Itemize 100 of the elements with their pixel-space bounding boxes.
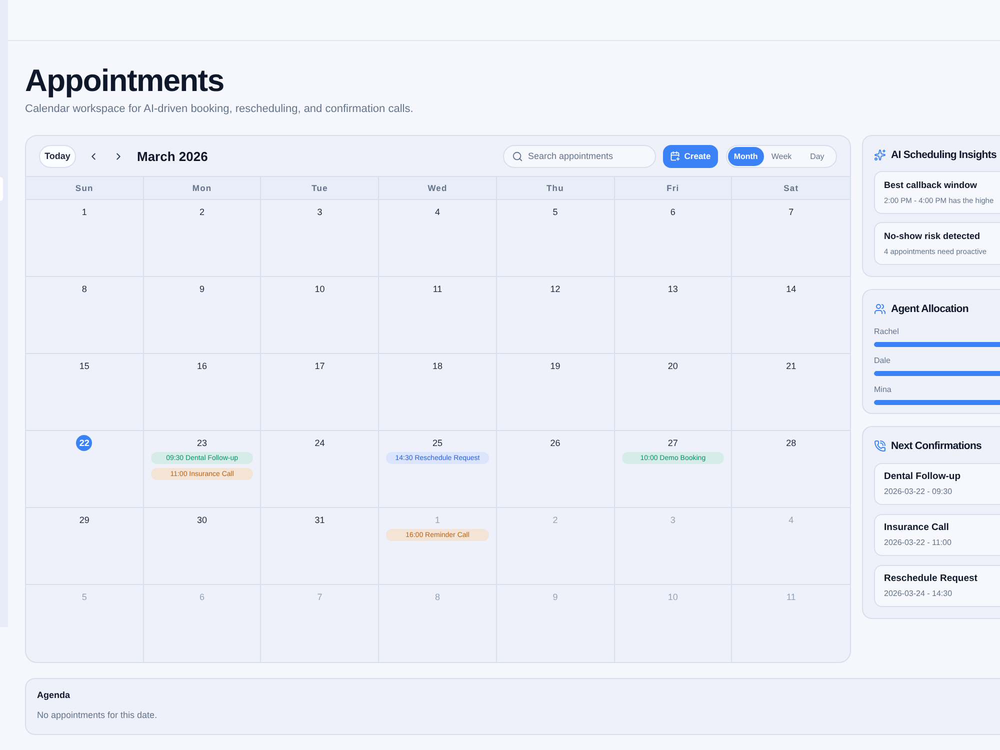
day-number: 19 [549,360,562,373]
day-number: 3 [669,514,676,527]
insight-title: Best callback window [884,179,978,191]
weekday-label: Mon [144,177,262,199]
day-number: 11 [785,591,797,604]
day-number: 6 [669,206,676,219]
day-number: 25 [431,437,444,450]
day-cell[interactable]: 6 [614,200,732,277]
day-cell[interactable]: 29 [26,508,144,585]
page-subtitle: Calendar workspace for AI-driven booking, rescheduling, and confirmation calls. [25,102,414,116]
day-cell[interactable]: 20 [614,354,732,431]
day-number: 2 [552,514,559,527]
day-number: 1 [434,514,441,527]
phone-icon [874,440,886,452]
confirmation-title: Dental Follow-up [884,471,961,483]
users-icon [874,303,886,315]
search-icon [512,150,523,162]
view-tab[interactable]: Month [728,146,764,166]
agent-name: Rachel [874,326,899,337]
confirmation-title: Reschedule Request [884,573,978,585]
confirmation-card[interactable]: Dental Follow-up 2026-03-22 - 09:30 [874,463,1000,505]
day-cell[interactable]: 28 [732,431,850,508]
today-button[interactable]: Today [39,144,76,168]
view-tab[interactable]: Day [799,146,836,166]
day-number: 5 [80,591,88,604]
day-cell[interactable]: 17 [261,354,380,431]
day-cell[interactable]: 31 [261,508,380,585]
calendar-plus-icon [670,151,680,161]
weekday-label: Sat [782,182,800,195]
day-number: 4 [788,514,795,527]
day-number: 8 [434,591,441,604]
day-cell[interactable]: 12 [496,277,615,354]
day-cell[interactable]: 15 [26,354,144,431]
agenda-empty-text: No appointments for this date. [37,709,158,721]
weekday-label: Tue [261,177,380,199]
confirmation-time: 2026-03-24 - 14:30 [884,588,952,599]
confirmation-card[interactable]: Reschedule Request 2026-03-24 - 14:30 [874,565,1000,607]
panel-title: Agent Allocation [891,303,968,315]
agent-name: Mina [874,384,892,395]
day-number: 27 [666,437,679,450]
weekday-label: Wed [379,177,497,199]
day-number: 15 [78,360,90,373]
search-field[interactable]: Search appointments [503,144,656,168]
day-cell[interactable]: 21 [732,354,850,431]
page-title: Appointments [25,62,224,99]
agenda-title: Agenda [37,689,70,701]
day-cell[interactable]: 8 [26,277,144,354]
day-cell[interactable]: 3 [261,200,380,277]
day-cell[interactable]: 24 [261,431,380,508]
day-number: 17 [314,360,326,373]
day-number: 8 [80,283,88,296]
day-cell[interactable]: 18 [379,354,497,431]
day-number: 23 [196,437,208,450]
day-cell[interactable]: 5 [496,200,615,277]
confirmation-time: 2026-03-22 - 09:30 [884,486,952,497]
view-tab[interactable]: Week [764,146,800,166]
day-cell[interactable]: 10 [261,277,380,354]
day-cell[interactable]: 22 [26,431,144,508]
day-cell[interactable]: 30 [144,508,262,585]
day-cell[interactable]: 26 [496,431,615,508]
day-cell[interactable]: 16 [144,354,262,431]
day-number: 21 [785,360,798,373]
day-cell[interactable]: 2 [144,200,262,277]
day-number: 5 [552,206,559,219]
weekday-label: Thu [496,177,615,199]
agent-name: Dale [874,355,890,366]
day-number: 4 [434,206,441,219]
month-label: March 2026 [137,148,208,164]
day-number: 1 [80,206,88,219]
weekday-label: Fri [614,177,732,199]
day-number: 9 [198,283,206,296]
confirmation-time: 2026-03-22 - 11:00 [884,537,952,548]
day-cell[interactable]: 4 [379,200,497,277]
selected-day-number: 22 [76,435,92,451]
day-cell[interactable]: 7 [732,200,850,277]
confirmation-card[interactable]: Insurance Call 2026-03-22 - 11:00 [874,514,1000,556]
day-number: 9 [552,591,559,604]
create-button[interactable]: Create [663,144,718,168]
day-cell[interactable]: 1 [26,200,144,277]
day-cell[interactable]: 19 [496,354,615,431]
day-number: 30 [196,514,208,527]
day-number: 3 [316,206,324,219]
day-cell[interactable]: 13 [614,277,732,354]
day-number: 10 [666,591,679,604]
day-number: 14 [785,283,798,296]
confirmation-title: Insurance Call [884,522,949,534]
day-cell[interactable]: 14 [732,277,850,354]
day-number: 24 [314,437,326,450]
insight-title: No-show risk detected [884,230,980,242]
day-number: 6 [198,591,206,604]
sparkles-icon [874,149,886,161]
day-number: 26 [549,437,562,450]
day-number: 10 [314,283,326,296]
day-cell[interactable]: 9 [144,277,262,354]
day-number: 20 [666,360,679,373]
day-number: 16 [196,360,208,373]
day-number: 13 [666,283,679,296]
day-cell[interactable]: 11 [379,277,497,354]
day-number: 18 [431,360,444,373]
weekday-label: Sun [26,177,144,199]
